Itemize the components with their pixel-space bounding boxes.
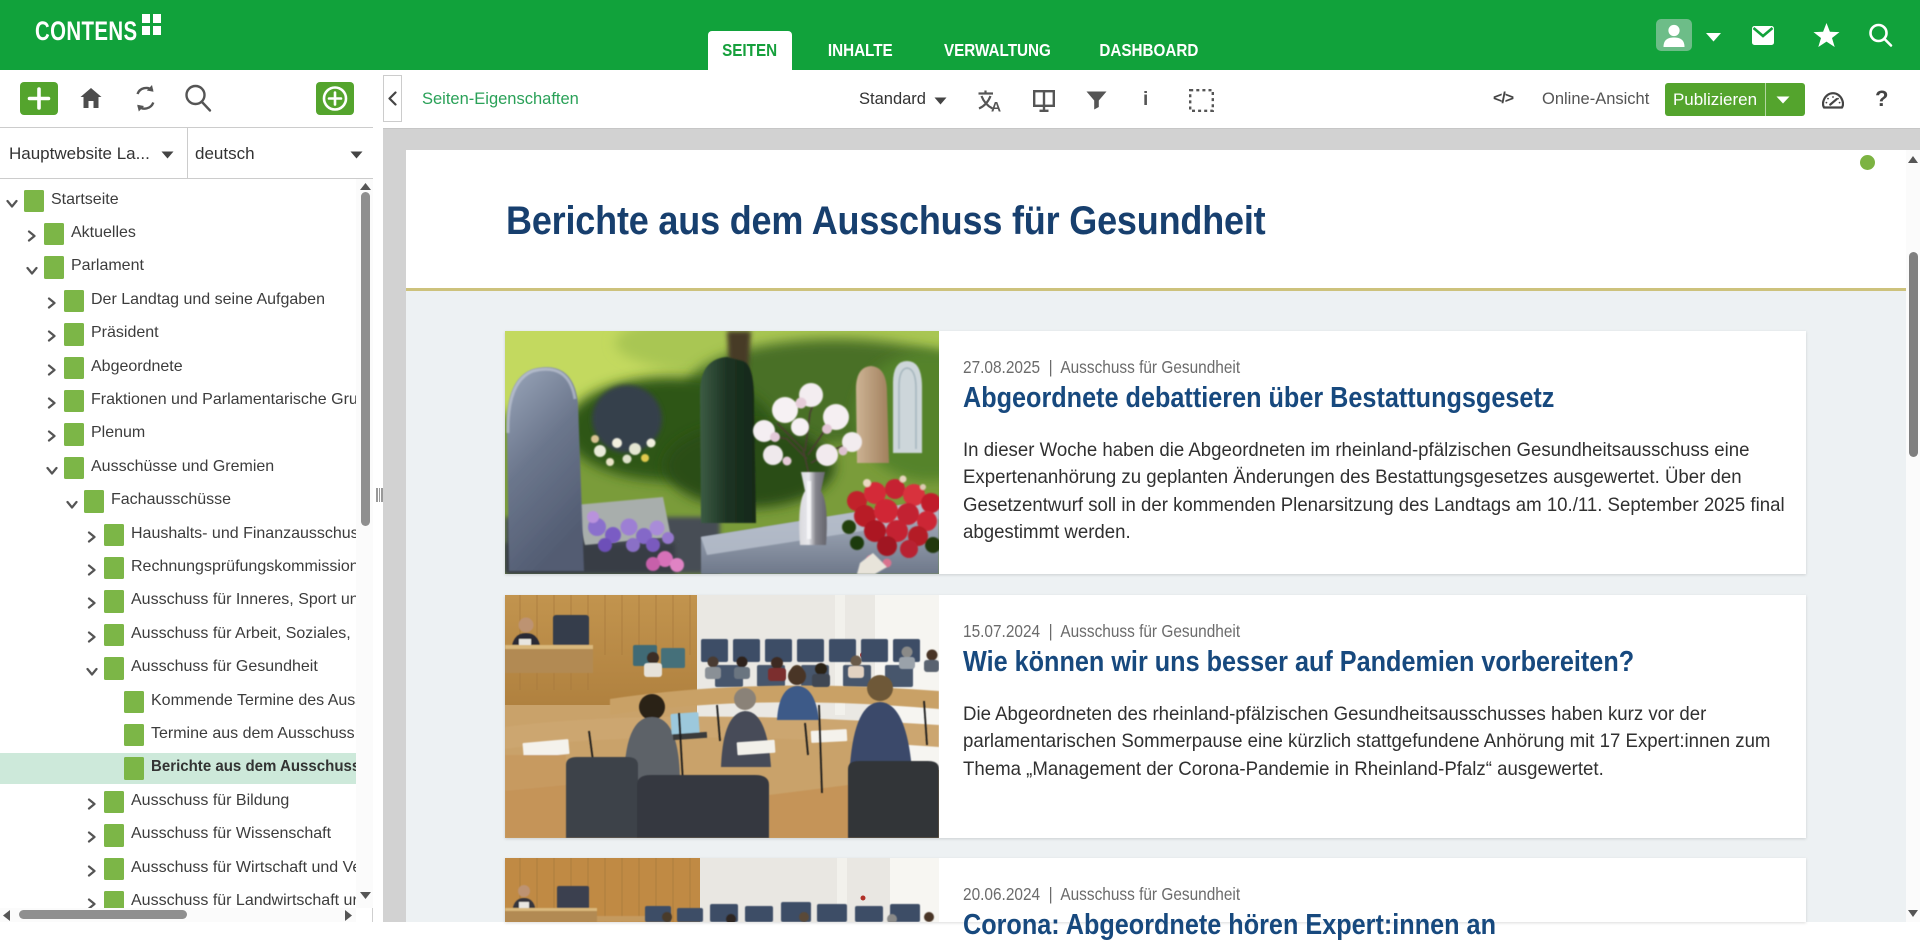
svg-text:A: A xyxy=(991,99,1001,113)
